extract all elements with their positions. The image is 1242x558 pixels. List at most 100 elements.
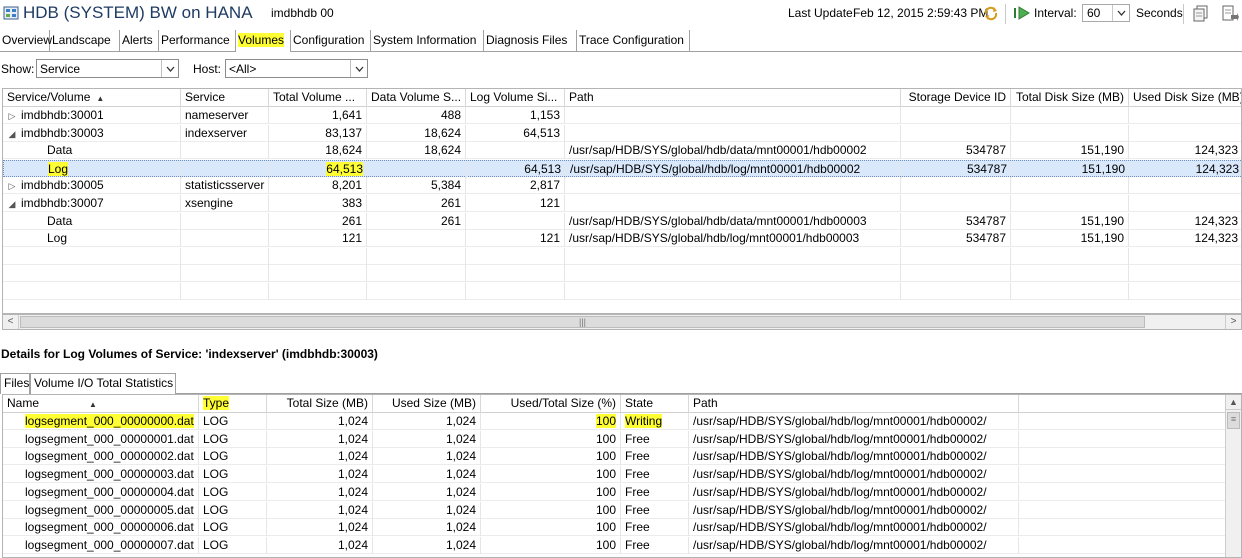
files-table: Name ▲ Type Total Size (MB) Used Size (MB… bbox=[2, 394, 1242, 558]
table-row[interactable]: logsegment_000_00000001.dat LOG 1,024 1,024… bbox=[3, 430, 1225, 448]
chevron-down-icon[interactable] bbox=[1112, 5, 1129, 21]
table-cell-state: Writing bbox=[621, 413, 689, 430]
expand-icon[interactable]: ▷ bbox=[7, 108, 17, 124]
table-row[interactable]: logsegment_000_00000004.dat LOG 1,024 1,024… bbox=[3, 483, 1225, 501]
column-header-path[interactable]: Path bbox=[565, 89, 901, 107]
column-header-total-disk-size[interactable]: Total Disk Size (MB) bbox=[1011, 89, 1129, 107]
tab-trace-configuration[interactable]: Trace Configuration bbox=[577, 30, 690, 52]
last-update-label: Last Update: bbox=[788, 6, 857, 20]
table-cell-total: 1,024 bbox=[267, 519, 373, 537]
host-label: Host: bbox=[193, 62, 222, 76]
column-header-used-disk-size[interactable]: Used Disk Size (MB) bbox=[1129, 89, 1241, 107]
chevron-down-icon[interactable] bbox=[350, 60, 367, 77]
tab-alerts[interactable]: Alerts bbox=[120, 30, 159, 52]
table-cell bbox=[367, 283, 466, 300]
table-cell-log: 1,153 bbox=[466, 107, 565, 124]
tab-system-information[interactable]: System Information bbox=[371, 30, 484, 52]
play-icon[interactable] bbox=[1013, 6, 1031, 20]
table-cell-name: ▷ imdbhdb:30001 bbox=[3, 107, 181, 124]
column-header-total-size[interactable]: Total Size (MB) bbox=[267, 395, 373, 413]
collapse-icon[interactable]: ◢ bbox=[7, 126, 17, 142]
table-row[interactable]: logsegment_000_00000005.dat LOG 1,024 1,024… bbox=[3, 501, 1225, 519]
table-row[interactable]: Data 261 261/usr/sap/HDB/SYS/global/hdb/da… bbox=[3, 212, 1241, 230]
table-cell-total: 261 bbox=[269, 212, 367, 230]
expand-icon[interactable]: ▷ bbox=[7, 178, 17, 194]
horizontal-scrollbar[interactable]: < ||| > bbox=[2, 314, 1242, 330]
table-row[interactable]: ◢ imdbhdb:30003 indexserver 83,137 18,624 64,… bbox=[3, 124, 1241, 142]
table-row[interactable]: ◢ imdbhdb:30007 xsengine 383 261 121 bbox=[3, 195, 1241, 212]
tab-volumes[interactable]: Volumes bbox=[236, 30, 291, 52]
column-header-storage-device-id[interactable]: Storage Device ID bbox=[901, 89, 1011, 107]
table-row[interactable]: logsegment_000_00000007.dat LOG 1,024 1,024… bbox=[3, 536, 1225, 554]
table-row[interactable]: logsegment_000_00000002.dat LOG 1,024 1,024… bbox=[3, 448, 1225, 466]
chevron-up-icon[interactable]: ▲ bbox=[1226, 395, 1241, 410]
vertical-scrollbar[interactable]: ▲ ≡ bbox=[1225, 395, 1241, 557]
table-row[interactable]: ▷ imdbhdb:30001 nameserver 1,641 488 1,153 bbox=[3, 107, 1241, 124]
column-header-path[interactable]: Path bbox=[689, 395, 1019, 413]
host-select[interactable]: <All> bbox=[225, 59, 368, 78]
column-header-data-volume[interactable]: Data Volume S... bbox=[367, 89, 466, 107]
table-cell-pct: 100 bbox=[481, 430, 621, 448]
tab-overview[interactable]: Overview bbox=[0, 30, 52, 52]
tab-files[interactable]: Files bbox=[0, 373, 30, 394]
table-cell-disk-total bbox=[1011, 107, 1129, 124]
table-cell-service bbox=[182, 160, 270, 178]
column-header-log-volume[interactable]: Log Volume Si... bbox=[466, 89, 565, 107]
interval-select[interactable]: 60 bbox=[1082, 4, 1130, 22]
table-cell-log: 2,817 bbox=[466, 177, 565, 195]
chevron-left-icon[interactable]: < bbox=[3, 315, 19, 329]
scrollbar-thumb[interactable]: ||| bbox=[20, 316, 1145, 328]
table-row[interactable]: Log 121 121/usr/sap/HDB/SYS/global/hdb/log… bbox=[3, 230, 1241, 248]
column-header-used-total-pct[interactable]: Used/Total Size (%) bbox=[481, 395, 621, 413]
chevron-right-icon[interactable]: > bbox=[1225, 315, 1241, 329]
table-cell-disk-total: 151,190 bbox=[1011, 230, 1129, 248]
table-cell-name: logsegment_000_00000001.dat bbox=[3, 430, 199, 448]
table-cell-service bbox=[181, 230, 269, 248]
table-cell bbox=[3, 283, 181, 300]
collapse-icon[interactable]: ◢ bbox=[7, 196, 17, 212]
table-row[interactable]: Log 64,513 64,513/usr/sap/HDB/SYS/global/h… bbox=[3, 159, 1241, 178]
table-cell-path bbox=[565, 107, 901, 124]
table-cell-device: 534787 bbox=[902, 160, 1012, 178]
table-row[interactable]: logsegment_000_00000006.dat LOG 1,024 1,024… bbox=[3, 519, 1225, 537]
column-header-total-volume[interactable]: Total Volume ... bbox=[269, 89, 367, 107]
refresh-icon[interactable] bbox=[983, 5, 999, 21]
column-header-service[interactable]: Service bbox=[181, 89, 269, 107]
table-cell-log: 64,513 bbox=[467, 160, 566, 178]
table-row[interactable]: ▷ imdbhdb:30005 statisticsserver 8,201 5,384… bbox=[3, 177, 1241, 195]
table-cell-path bbox=[565, 124, 901, 142]
tab-performance[interactable]: Performance bbox=[159, 30, 236, 52]
table-cell-total: 18,624 bbox=[269, 142, 367, 160]
tab-configuration[interactable]: Configuration bbox=[291, 30, 371, 52]
toolbar-separator bbox=[1005, 4, 1006, 24]
column-header-name[interactable]: Name ▲ bbox=[3, 395, 199, 413]
table-cell-data bbox=[367, 230, 466, 248]
table-cell bbox=[367, 265, 466, 283]
copy-icon[interactable] bbox=[1192, 4, 1210, 22]
table-cell bbox=[466, 247, 565, 265]
column-header-state[interactable]: State bbox=[621, 395, 689, 413]
table-cell-device: 534787 bbox=[901, 212, 1011, 230]
column-header-service-volume[interactable]: Service/Volume ▲ bbox=[3, 89, 181, 107]
table-cell-device bbox=[901, 124, 1011, 142]
table-cell-path: /usr/sap/HDB/SYS/global/hdb/log/mnt00001… bbox=[689, 430, 1019, 448]
tab-landscape[interactable]: Landscape bbox=[50, 30, 120, 52]
export-icon[interactable] bbox=[1221, 4, 1239, 22]
chevron-down-icon[interactable] bbox=[161, 60, 178, 77]
table-row[interactable]: Data 18,624 18,624/usr/sap/HDB/SYS/global/… bbox=[3, 142, 1241, 160]
show-select[interactable]: Service bbox=[36, 59, 179, 78]
tab-diagnosis-files[interactable]: Diagnosis Files bbox=[484, 30, 577, 52]
column-header-type[interactable]: Type bbox=[199, 395, 267, 413]
table-cell-name: logsegment_000_00000006.dat bbox=[3, 519, 199, 537]
column-header-used-size[interactable]: Used Size (MB) bbox=[373, 395, 481, 413]
tab-volume-io-statistics[interactable]: Volume I/O Total Statistics bbox=[30, 373, 176, 394]
scrollbar-thumb[interactable]: ≡ bbox=[1227, 412, 1240, 429]
table-header: Service/Volume ▲ Service Total Volume ...… bbox=[3, 89, 1241, 107]
table-cell bbox=[901, 247, 1011, 265]
table-cell-total: 1,024 bbox=[267, 466, 373, 484]
table-cell-path bbox=[565, 195, 901, 212]
table-row[interactable]: logsegment_000_00000003.dat LOG 1,024 1,024… bbox=[3, 466, 1225, 484]
table-cell-device bbox=[901, 177, 1011, 195]
table-row[interactable]: logsegment_000_00000000.dat LOG 1,024 1,024… bbox=[3, 413, 1225, 430]
sort-ascending-icon: ▲ bbox=[89, 400, 97, 409]
